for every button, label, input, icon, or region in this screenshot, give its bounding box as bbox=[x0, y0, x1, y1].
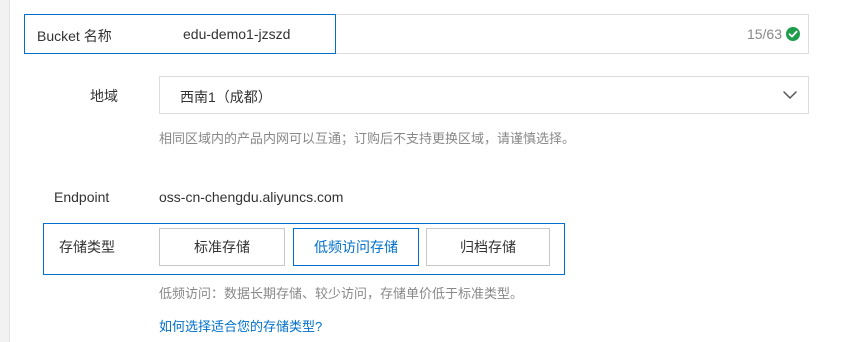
storage-option-archive[interactable]: 归档存储 bbox=[426, 228, 550, 266]
storage-type-label: 存储类型 bbox=[59, 239, 115, 255]
bucket-name-input[interactable] bbox=[183, 15, 743, 53]
region-selected-value: 西南1（成都） bbox=[180, 89, 272, 105]
bucket-name-char-count: 15/63 bbox=[746, 26, 782, 42]
region-hint: 相同区域内的产品内网可以互通；订购后不支持更换区域，请谨慎选择。 bbox=[159, 131, 576, 146]
region-select[interactable]: 西南1（成都） bbox=[159, 76, 809, 114]
bucket-name-row: Bucket 名称 15/63 bbox=[24, 14, 809, 54]
chevron-down-icon[interactable] bbox=[782, 88, 798, 102]
storage-type-hint: 低频访问：数据长期存储、较少访问，存储单价低于标准类型。 bbox=[159, 286, 524, 301]
storage-option-infrequent-access[interactable]: 低频访问存储 bbox=[293, 228, 419, 266]
endpoint-label: Endpoint bbox=[54, 189, 110, 205]
endpoint-value: oss-cn-chengdu.aliyuncs.com bbox=[159, 189, 344, 205]
region-label: 地域 bbox=[90, 88, 118, 104]
storage-option-standard[interactable]: 标准存储 bbox=[159, 228, 285, 266]
page-left-edge bbox=[0, 0, 10, 342]
storage-type-row: 存储类型 标准存储 低频访问存储 归档存储 bbox=[43, 223, 565, 275]
storage-type-help-link[interactable]: 如何选择适合您的存储类型? bbox=[159, 316, 322, 335]
check-circle-icon bbox=[786, 27, 800, 41]
